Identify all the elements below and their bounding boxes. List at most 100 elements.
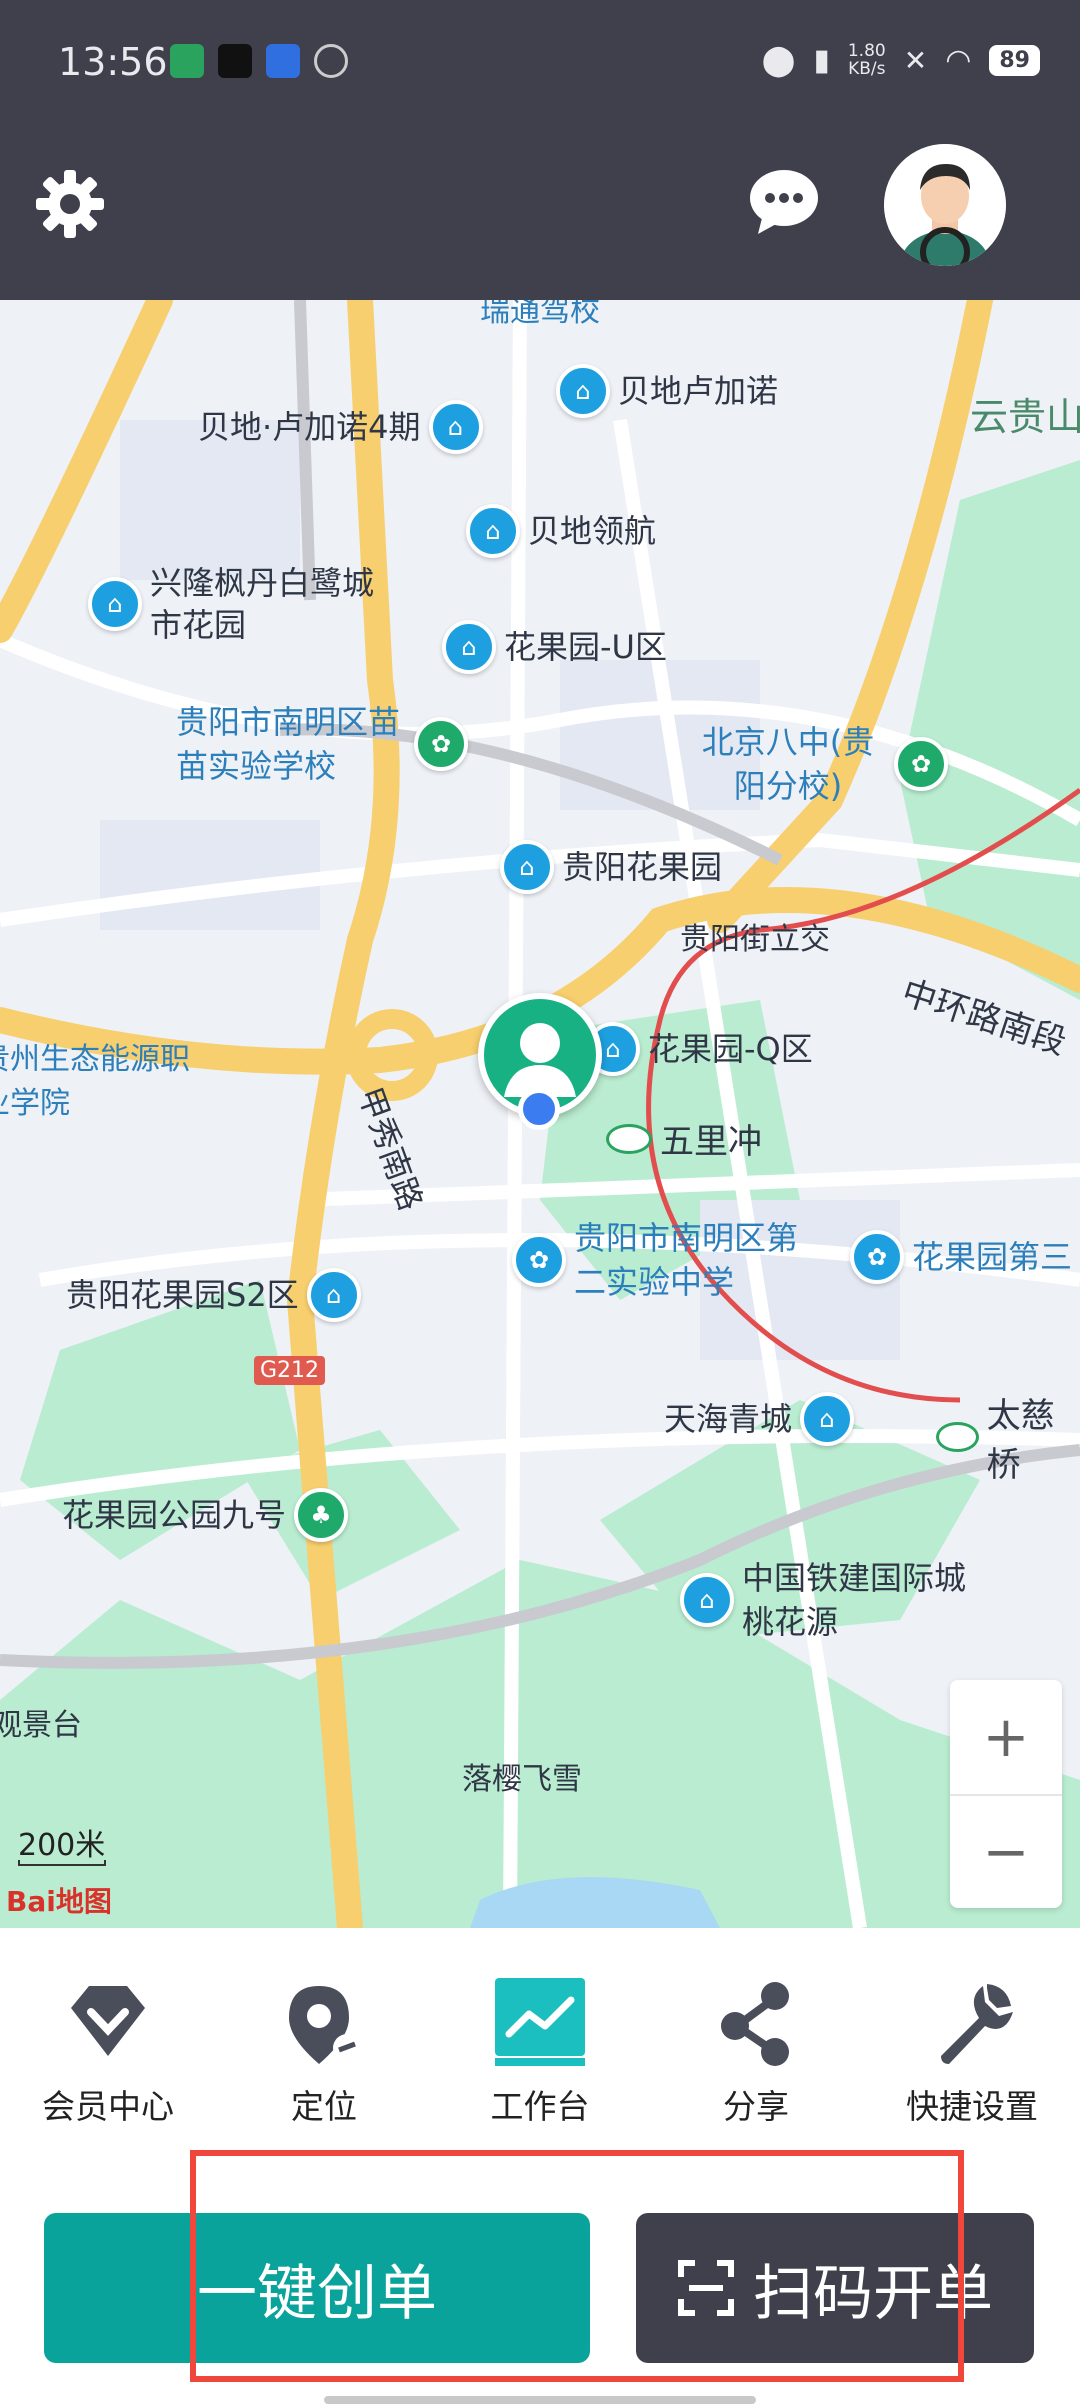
wrench-icon (941, 1984, 1013, 2064)
vibrate-icon: ▮ (813, 42, 830, 78)
net-speed-value: 1.80 (847, 41, 886, 61)
wifi-icon: ◠ (945, 42, 972, 78)
building-pin-icon: ⌂ (800, 1392, 855, 1446)
map-label-top: 瑞通驾校 (480, 300, 600, 329)
zoom-in-button[interactable]: + (950, 1680, 1062, 1794)
road-label: 贵阳街立交 (680, 922, 830, 957)
poi-marker[interactable]: ✿ 北京八中(贵阳分校) (690, 720, 948, 808)
poi-name: 贵阳市南明区苗苗实验学校 (176, 703, 401, 785)
poi-marker[interactable]: ⌂ 花果园-Q区 (586, 1022, 813, 1076)
poi-marker[interactable]: ✿ 贵阳市南明区苗苗实验学校 (176, 700, 468, 788)
building-pin-icon: ⌂ (306, 1268, 361, 1322)
poi-marker[interactable]: ⌂ 贝地·卢加诺4期 (198, 400, 483, 454)
school-pin-icon: ✿ (414, 717, 468, 771)
poi-marker[interactable]: ⌂ 兴隆枫丹白鹭城市花园 (88, 562, 380, 646)
area-label: 观景台 (0, 1708, 82, 1743)
app-notify-icon (170, 44, 204, 78)
poi-name: 中国铁建国际城桃花源 (742, 1559, 967, 1641)
toolbar-label: 会员中心 (42, 2087, 174, 2126)
zoom-out-button[interactable]: − (950, 1796, 1062, 1908)
poi-name: 贝地·卢加诺4期 (198, 408, 421, 446)
building-pin-icon: ⌂ (556, 364, 610, 418)
map-view[interactable]: 瑞通驾校 ⌂ 贝地卢加诺 ⌂ 贝地·卢加诺4期 ⌂ 贝地领航 ⌂ 兴隆枫丹白鹭城… (0, 300, 1080, 1928)
poi-marker[interactable]: ✿ 贵阳市南明区第二实验中学 (512, 1216, 814, 1304)
metro-station[interactable]: 太慈桥 (936, 1388, 1080, 1486)
toolbar-label: 工作台 (490, 2087, 590, 2126)
poi-name: 花果园第三 (912, 1238, 1073, 1276)
tiktok-icon (218, 44, 252, 78)
zoom-control: + − (950, 1680, 1062, 1908)
school-pin-icon: ✿ (850, 1230, 904, 1284)
message-icon[interactable] (748, 168, 820, 236)
baidu-map-logo: Bai地图 (6, 1885, 112, 1918)
school-label: 贵州生态能源职业学院 (0, 1042, 190, 1121)
building-pin-icon: ⌂ (466, 504, 520, 558)
school-pin-icon: ✿ (894, 737, 948, 791)
poi-name: 贝地领航 (528, 512, 657, 550)
building-pin-icon: ⌂ (442, 620, 496, 674)
poi-marker[interactable]: ⌂ 贝地卢加诺 (556, 364, 778, 418)
metro-name: 五里冲 (660, 1122, 762, 1162)
poi-name: 花果园公园九号 (62, 1496, 287, 1534)
metro-name: 太慈桥 (986, 1396, 1055, 1485)
poi-name: 兴隆枫丹白鹭城市花园 (150, 564, 375, 644)
notification-icons (170, 44, 348, 78)
poi-name: 北京八中(贵阳分校) (701, 723, 875, 805)
toolbar-label: 定位 (291, 2087, 357, 2126)
metro-icon (606, 1123, 652, 1154)
metro-icon (936, 1422, 979, 1452)
map-scale-bar (18, 1860, 106, 1866)
area-label: 落樱飞雪 (462, 1762, 582, 1797)
toolbar-label: 分享 (723, 2087, 789, 2126)
poi-marker[interactable]: ⌂ 天海青城 (664, 1392, 855, 1446)
battery-indicator: 89 (989, 44, 1040, 76)
chart-board-icon (495, 1978, 585, 2066)
diamond-icon (71, 1986, 145, 2056)
user-avatar[interactable] (884, 144, 1006, 266)
poi-marker[interactable]: ⌂ 贝地领航 (466, 504, 656, 558)
school-pin-icon: ✿ (512, 1233, 566, 1287)
poi-marker[interactable]: ⌂ 中国铁建国际城桃花源 (680, 1556, 972, 1644)
building-pin-icon: ⌂ (88, 577, 142, 631)
app-blue-icon (266, 44, 300, 78)
top-app-bar: 13:56 ⬤ ▮ 1.80 KB/s ✕ ◠ 89 (0, 0, 1080, 300)
toolbar-label: 快捷设置 (906, 2087, 1038, 2126)
status-right: ⬤ ▮ 1.80 KB/s ✕ ◠ 89 (762, 42, 1040, 78)
highway-badge: G212 (254, 1356, 326, 1385)
gps-dot (518, 1088, 560, 1130)
toolbar-item-quick-settings[interactable]: 快捷设置 (872, 1978, 1072, 2128)
net-speed-unit: KB/s (848, 59, 886, 79)
building-pin-icon: ⌂ (500, 840, 554, 894)
poi-name: 贵阳花果园 (562, 848, 723, 886)
poi-name: 贵阳花果园S2区 (66, 1276, 299, 1314)
app-swirl-icon (314, 44, 348, 78)
toolbar-item-member-center[interactable]: 会员中心 (8, 1978, 208, 2128)
settings-gear-icon[interactable] (34, 168, 106, 240)
share-icon (721, 1982, 789, 2066)
poi-name: 天海青城 (664, 1400, 793, 1438)
poi-marker[interactable]: ♣ 花果园公园九号 (62, 1488, 349, 1542)
status-time: 13:56 (58, 40, 168, 84)
toolbar-item-location[interactable]: 定位 (224, 1978, 424, 2128)
area-label: 云贵山 (970, 395, 1080, 439)
park-pin-icon: ♣ (294, 1488, 349, 1542)
net-speed: 1.80 KB/s (848, 42, 886, 78)
metro-station[interactable]: 五里冲 (606, 1114, 762, 1163)
status-bar: 13:56 ⬤ ▮ 1.80 KB/s ✕ ◠ 89 (0, 30, 1080, 100)
location-status-icon: ⬤ (761, 42, 796, 78)
home-indicator[interactable] (324, 2396, 756, 2404)
poi-marker[interactable]: ✿ 花果园第三 (850, 1230, 1072, 1284)
sim-icon: ✕ (903, 43, 928, 77)
poi-name: 花果园-Q区 (648, 1030, 813, 1068)
map-scale-label: 200米 (18, 1828, 106, 1863)
toolbar-item-workbench[interactable]: 工作台 (440, 1978, 640, 2128)
toolbar-item-share[interactable]: 分享 (656, 1978, 856, 2128)
poi-marker[interactable]: ⌂ 贵阳花果园S2区 (66, 1268, 361, 1322)
building-pin-icon: ⌂ (428, 400, 483, 454)
poi-name: 花果园-U区 (504, 628, 667, 666)
poi-marker[interactable]: ⌂ 花果园-U区 (442, 620, 667, 674)
highlight-box (190, 2150, 964, 2382)
poi-name: 贝地卢加诺 (618, 372, 779, 410)
driver-avatar-icon (884, 144, 1006, 266)
poi-marker[interactable]: ⌂ 贵阳花果园 (500, 840, 722, 894)
